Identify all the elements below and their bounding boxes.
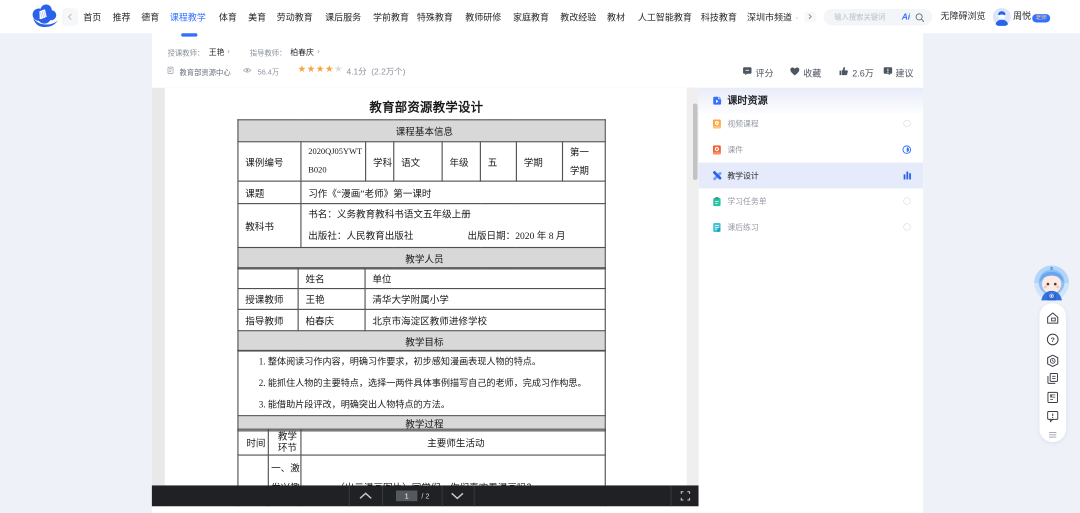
svg-text:?: ? <box>1051 337 1055 344</box>
